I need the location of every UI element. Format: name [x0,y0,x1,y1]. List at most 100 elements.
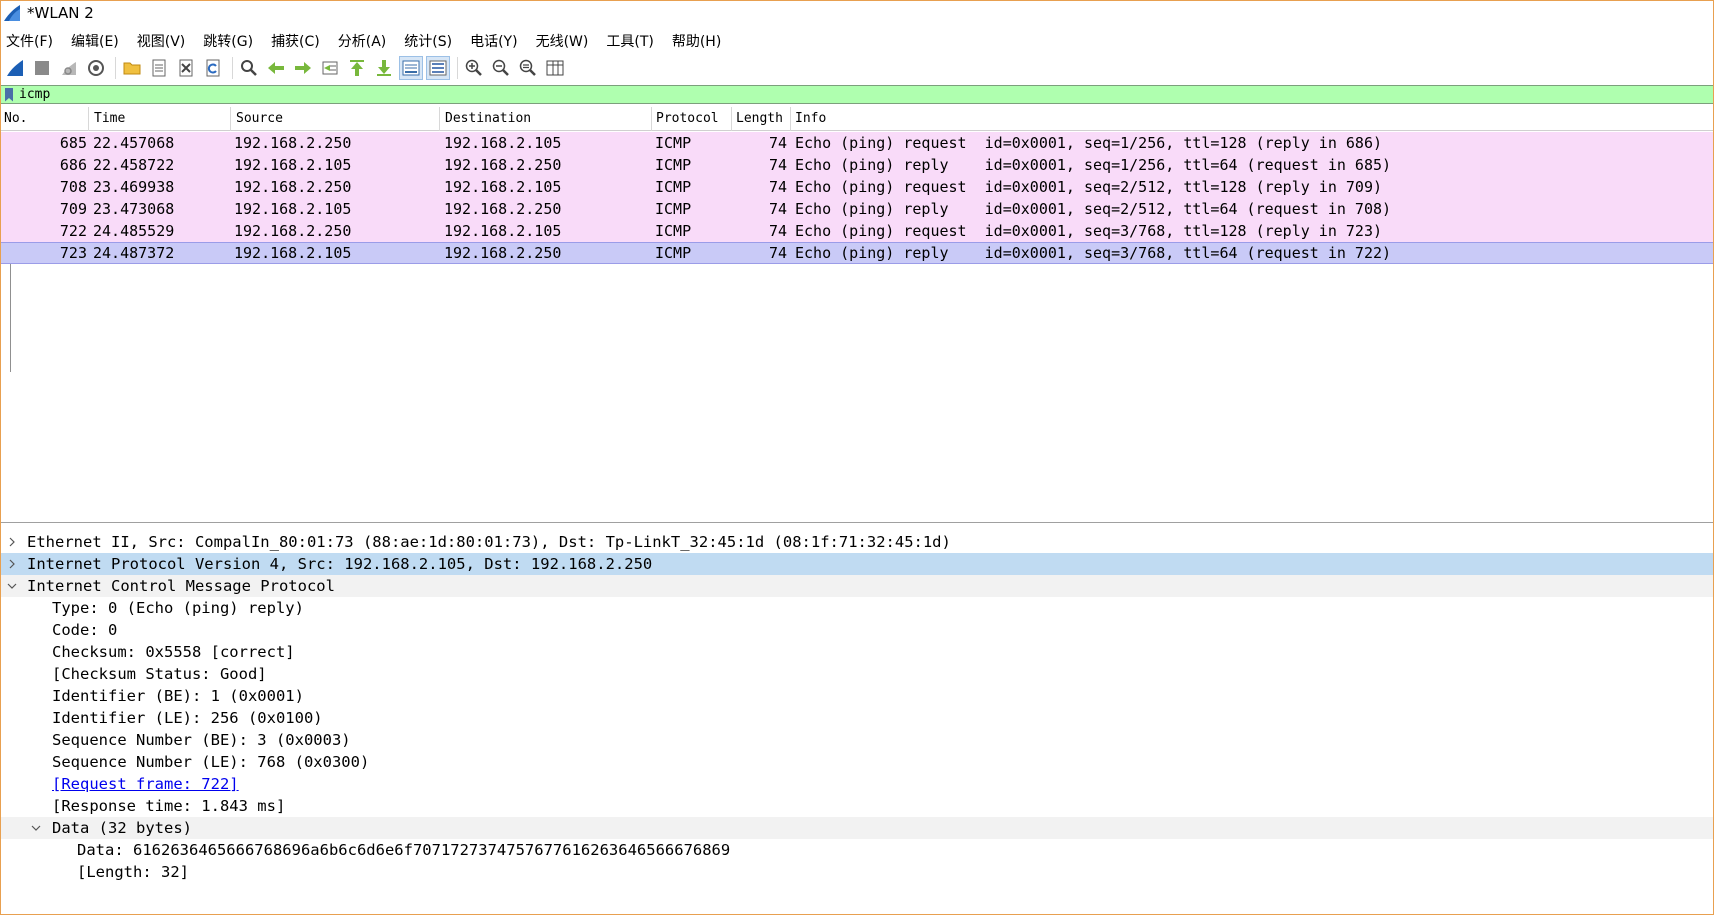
column-header-protocol[interactable]: Protocol [653,107,732,131]
field-response-time: [Response time: 1.843 ms] [52,797,286,815]
chevron-down-icon[interactable] [6,575,18,597]
tree-field[interactable]: [Length: 32] [1,861,1713,883]
packet-protocol: ICMP [655,222,692,240]
tree-field[interactable]: Code: 0 [1,619,1713,641]
column-header-destination[interactable]: Destination [442,107,652,131]
packet-row[interactable]: 708 23.469938 192.168.2.250 192.168.2.10… [1,176,1713,198]
colorize-icon[interactable] [426,56,450,80]
toolbar-separator [115,57,116,79]
wireshark-window: *WLAN 2 文件(F) 编辑(E) 视图(V) 跳转(G) 捕获(C) 分析… [0,0,1714,915]
tree-field[interactable]: [Response time: 1.843 ms] [1,795,1713,817]
menu-file[interactable]: 文件(F) [1,31,61,51]
first-packet-icon[interactable] [345,56,369,80]
toolbar-separator [232,57,233,79]
menu-capture[interactable]: 捕获(C) [266,31,328,51]
tree-field[interactable]: Type: 0 (Echo (ping) reply) [1,597,1713,619]
bookmark-icon[interactable] [5,87,13,102]
menu-view[interactable]: 视图(V) [132,31,194,51]
packet-row-selected[interactable]: 723 24.487372 192.168.2.105 192.168.2.25… [1,242,1713,264]
packet-row[interactable]: 709 23.473068 192.168.2.105 192.168.2.25… [1,198,1713,220]
open-folder-icon[interactable] [120,56,144,80]
display-filter-bar [1,85,1713,104]
packet-list: No. Time Source Destination Protocol Len… [1,107,1713,523]
find-magnifier-icon[interactable] [237,56,261,80]
packet-source: 192.168.2.250 [234,134,352,152]
tree-item-label: Ethernet II, Src: CompalIn_80:01:73 (88:… [27,533,951,551]
column-header-no[interactable]: No. [1,107,89,131]
tree-item-ethernet[interactable]: Ethernet II, Src: CompalIn_80:01:73 (88:… [1,531,1713,553]
tree-field[interactable]: Identifier (LE): 256 (0x0100) [1,707,1713,729]
packet-time: 24.487372 [93,244,175,262]
column-header-length[interactable]: Length [733,107,791,131]
menu-analyze[interactable]: 分析(A) [333,31,395,51]
column-header-source[interactable]: Source [233,107,440,131]
restart-fin-icon[interactable] [57,56,81,80]
go-back-arrow-icon[interactable] [264,56,288,80]
packet-destination: 192.168.2.105 [444,222,562,240]
packet-info: Echo (ping) reply id=0x0001, seq=2/512, … [795,200,1392,218]
go-forward-arrow-icon[interactable] [291,56,315,80]
packet-row[interactable]: 722 24.485529 192.168.2.250 192.168.2.10… [1,220,1713,242]
tree-field[interactable]: Sequence Number (LE): 768 (0x0300) [1,751,1713,773]
field-code: Code: 0 [52,621,118,639]
chevron-right-icon[interactable] [6,553,18,575]
packet-row[interactable]: 685 22.457068 192.168.2.250 192.168.2.10… [1,132,1713,154]
window-title: *WLAN 2 [27,4,94,22]
request-frame-link[interactable]: [Request frame: 722] [52,773,239,795]
resize-columns-icon[interactable] [543,56,567,80]
tree-item-data[interactable]: Data (32 bytes) [1,817,1713,839]
tree-field[interactable]: [Request frame: 722] [1,773,1713,795]
field-sequence-le: Sequence Number (LE): 768 (0x0300) [52,753,370,771]
packet-source: 192.168.2.250 [234,178,352,196]
packet-destination: 192.168.2.105 [444,134,562,152]
display-filter-input[interactable] [19,86,1619,103]
menu-edit[interactable]: 编辑(E) [66,31,127,51]
packet-protocol: ICMP [655,200,692,218]
wireshark-logo-icon [4,5,20,21]
packet-time: 22.457068 [93,134,175,152]
save-file-icon[interactable] [147,56,171,80]
menu-go[interactable]: 跳转(G) [198,31,261,51]
menu-bar: 文件(F) 编辑(E) 视图(V) 跳转(G) 捕获(C) 分析(A) 统计(S… [1,29,734,53]
packet-row[interactable]: 686 22.458722 192.168.2.105 192.168.2.25… [1,154,1713,176]
tree-field[interactable]: Sequence Number (BE): 3 (0x0003) [1,729,1713,751]
menu-telephony[interactable]: 电话(Y) [465,31,525,51]
close-file-icon[interactable] [174,56,198,80]
menu-wireless[interactable]: 无线(W) [531,31,597,51]
packet-no: 709 [59,200,87,218]
menu-help[interactable]: 帮助(H) [667,31,729,51]
zoom-normal-icon[interactable] [516,56,540,80]
last-packet-icon[interactable] [372,56,396,80]
packet-protocol: ICMP [655,178,692,196]
reload-icon[interactable] [201,56,225,80]
goto-packet-icon[interactable] [318,56,342,80]
tree-item-icmp[interactable]: Internet Control Message Protocol [1,575,1713,597]
packet-time: 23.469938 [93,178,175,196]
shark-fin-start-icon[interactable] [3,56,27,80]
chevron-right-icon[interactable] [6,531,18,553]
zoom-out-icon[interactable] [489,56,513,80]
field-sequence-be: Sequence Number (BE): 3 (0x0003) [52,731,351,749]
tree-field[interactable]: [Checksum Status: Good] [1,663,1713,685]
autoscroll-icon[interactable] [399,56,423,80]
tree-item-label: Internet Control Message Protocol [27,577,335,595]
packet-no: 722 [59,222,87,240]
options-gear-icon[interactable] [84,56,108,80]
zoom-in-icon[interactable] [462,56,486,80]
menu-tools[interactable]: 工具(T) [601,31,661,51]
column-header-info[interactable]: Info [792,107,1712,131]
stop-square-icon[interactable] [30,56,54,80]
packet-source: 192.168.2.105 [234,200,352,218]
column-header-time[interactable]: Time [91,107,231,131]
chevron-down-icon[interactable] [30,817,42,839]
packet-info: Echo (ping) request id=0x0001, seq=2/512… [795,178,1382,196]
field-checksum: Checksum: 0x5558 [correct] [52,643,295,661]
tree-field[interactable]: Identifier (BE): 1 (0x0001) [1,685,1713,707]
menu-statistics[interactable]: 统计(S) [399,31,460,51]
tree-field[interactable]: Checksum: 0x5558 [correct] [1,641,1713,663]
packet-length: 74 [768,156,787,174]
packet-length: 74 [768,200,787,218]
tree-item-ipv4[interactable]: Internet Protocol Version 4, Src: 192.16… [1,553,1713,575]
packet-protocol: ICMP [655,244,692,262]
tree-field[interactable]: Data: 6162636465666768696a6b6c6d6e6f7071… [1,839,1713,861]
